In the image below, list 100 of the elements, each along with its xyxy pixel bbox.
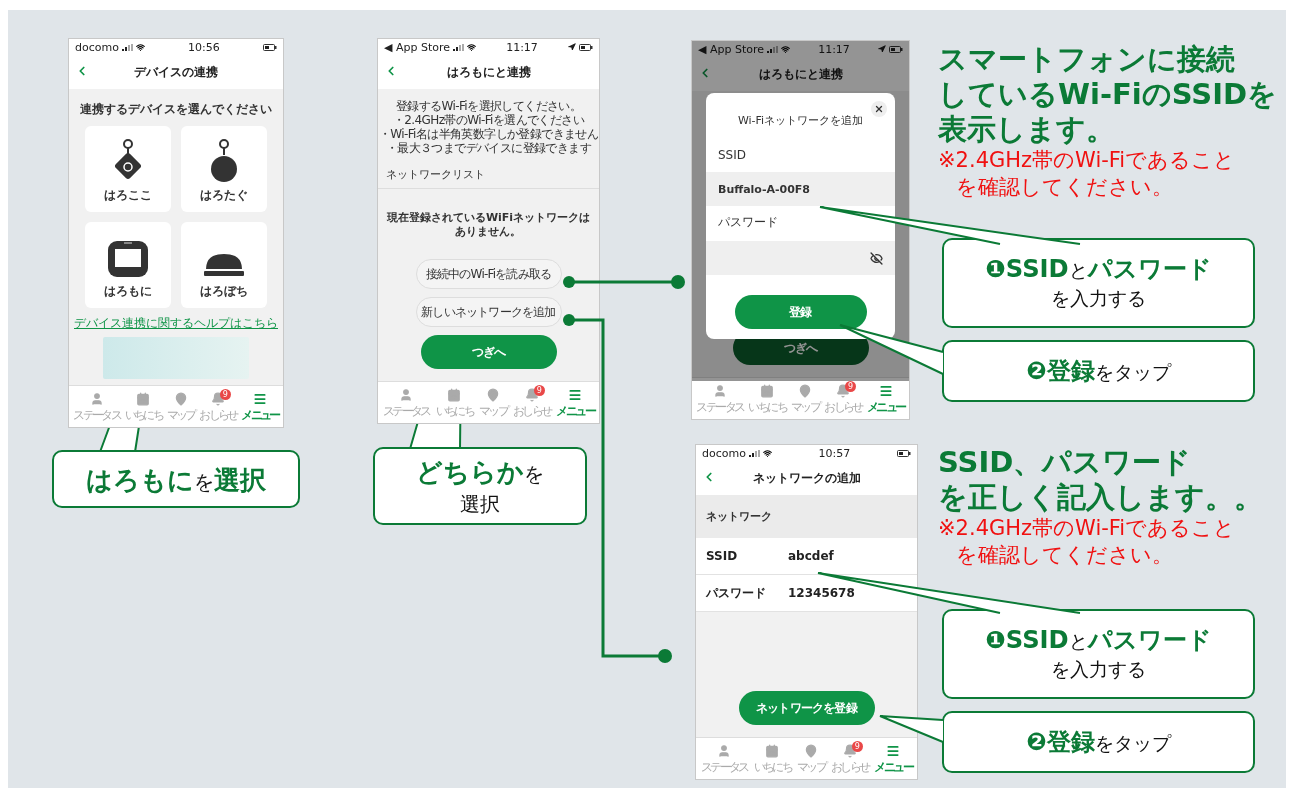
carrier-text: ◀ App Store — [698, 42, 765, 56]
heading-text: しているWi-FiのSSIDを — [938, 77, 1279, 112]
row-label: パスワード — [706, 584, 767, 602]
tab-bar-item[interactable]: ステータス — [382, 388, 430, 420]
battery-icon — [579, 43, 593, 51]
heading-text: を正しく記入します。。 — [938, 480, 1264, 515]
map-pin-icon — [798, 384, 813, 398]
tab-bar-item[interactable]: ステータス — [696, 384, 744, 416]
clock-time: 10:57 — [818, 446, 851, 460]
bell-icon — [211, 392, 225, 406]
help-link[interactable]: デバイス連携に関するヘルプはこちら — [74, 316, 278, 331]
notification-badge: 9 — [844, 381, 856, 392]
section-label: ネットワークリスト — [378, 163, 599, 189]
device-card[interactable]: はろたぐ — [181, 126, 267, 212]
callout-text: はろもに を選択 — [86, 462, 266, 496]
person-icon — [89, 392, 104, 406]
outline-button[interactable]: 新しいネットワークを追加 — [415, 297, 562, 327]
tab-bar-item[interactable]: おしらせ 9 — [824, 384, 862, 416]
notification-badge: 9 — [219, 389, 231, 400]
tab-bar-item[interactable]: メニュー — [866, 384, 905, 416]
map-pin-icon — [486, 388, 501, 402]
heading-text: SSID、パスワード — [938, 445, 1193, 480]
instruction-text: ・Wi-Fi名は半角英数字しか登録できません — [378, 127, 599, 141]
close-icon — [874, 104, 884, 114]
screen-title: はろもにと連携 — [758, 65, 843, 83]
wifi-icon — [762, 448, 772, 458]
tab-bar-item[interactable]: おしらせ 9 — [831, 744, 869, 776]
empty-message: 現在登録されているWiFiネットワークは — [386, 211, 591, 225]
bell-icon — [836, 384, 851, 398]
empty-message: ありません。 — [454, 225, 523, 239]
signal-icon — [767, 45, 779, 53]
monitor-icon — [106, 239, 150, 279]
tab-bar-item[interactable]: マップ — [797, 744, 826, 776]
tab-bar-item[interactable]: おしらせ 9 — [513, 388, 551, 420]
tab-bar-item[interactable]: メニュー — [874, 744, 913, 776]
tab-bar-item[interactable]: いちにち — [435, 388, 474, 420]
primary-button[interactable]: 登録 — [734, 295, 867, 329]
row-value: 12345678 — [788, 586, 855, 600]
menu-icon — [253, 392, 267, 406]
row-label: SSID — [706, 549, 739, 563]
outline-button[interactable]: 接続中のWi-Fiを読み取る — [415, 259, 562, 289]
pad-icon — [202, 251, 246, 279]
input-field[interactable] — [706, 241, 895, 275]
screen-title: デバイスの連携 — [134, 63, 218, 81]
menu-icon — [568, 388, 583, 402]
carrier-text: ◀ App Store — [384, 40, 451, 54]
form-row[interactable]: SSID abcdef — [696, 538, 917, 575]
tab-bar-item[interactable]: メニュー — [556, 388, 595, 420]
wifi-icon — [135, 42, 145, 52]
warning-text: を確認してください。 — [955, 174, 1174, 201]
screen-title: はろもにと連携 — [446, 63, 531, 81]
clock-time: 11:17 — [818, 42, 850, 56]
heading-text: スマートフォンに接続 — [938, 42, 1236, 77]
tab-bar-item[interactable]: メニュー — [241, 392, 279, 424]
signal-icon — [453, 43, 465, 51]
battery-icon — [263, 43, 277, 51]
warning-text: ※2.4GHz帯のWi-Fiであること — [938, 147, 1237, 174]
heading-text: 表示します。 — [938, 112, 1116, 147]
device-card[interactable]: はろぼち — [181, 222, 267, 308]
step-text: ❷登録をタップ — [1026, 355, 1171, 387]
instruction-text: 登録するWi-Fiを選択してください。 — [395, 99, 582, 113]
step-text: ❶SSID とパスワード — [985, 254, 1212, 285]
tab-bar-item[interactable]: マップ — [166, 392, 195, 424]
location-arrow-icon — [878, 45, 886, 53]
menu-icon — [878, 384, 893, 398]
screen-title: ネットワークの追加 — [752, 469, 861, 487]
bell-icon — [524, 388, 539, 402]
close-button[interactable] — [871, 101, 887, 117]
tab-bar-item[interactable]: いちにち — [124, 392, 163, 424]
calendar-icon — [760, 384, 775, 398]
callout-text: 選択 — [460, 490, 500, 518]
person-icon — [399, 388, 414, 402]
person-icon — [713, 384, 727, 398]
tab-bar-item[interactable]: マップ — [479, 388, 508, 420]
callout-text: どちらかを — [416, 454, 544, 488]
eye-off-icon[interactable] — [870, 251, 883, 265]
primary-button[interactable]: ネットワークを登録 — [738, 691, 875, 725]
tab-bar-item[interactable]: いちにち — [753, 744, 792, 776]
device-card[interactable]: はろここ — [85, 126, 171, 212]
prompt-text: 連携するデバイスを選んでください — [80, 101, 272, 118]
signal-icon — [121, 43, 133, 51]
input-field[interactable]: Buffalo-A-00F8 — [706, 172, 895, 206]
notification-badge: 9 — [533, 385, 545, 396]
form-row[interactable]: パスワード 12345678 — [696, 575, 917, 612]
row-value: abcdef — [788, 549, 834, 563]
map-pin-icon — [804, 744, 819, 758]
tab-bar-item[interactable]: おしらせ 9 — [199, 392, 237, 424]
carrier-text: docomo — [75, 40, 119, 54]
warning-text: を確認してください。 — [955, 542, 1174, 569]
tab-bar-item[interactable]: ステータス — [700, 744, 748, 776]
primary-button[interactable]: つぎへ — [420, 335, 557, 369]
battery-icon — [889, 45, 903, 53]
device-card[interactable]: はろもに — [85, 222, 171, 308]
tab-bar-item[interactable]: マップ — [791, 384, 820, 416]
step-text: を入力する — [1051, 658, 1146, 683]
tab-bar-item[interactable]: いちにち — [748, 384, 787, 416]
clock-time: 10:56 — [188, 40, 220, 54]
step-text: を入力する — [1051, 287, 1146, 312]
instruction-text: ・2.4GHz帯のWi-Fiを選んでください — [392, 113, 585, 127]
tab-bar-item[interactable]: ステータス — [73, 392, 121, 424]
